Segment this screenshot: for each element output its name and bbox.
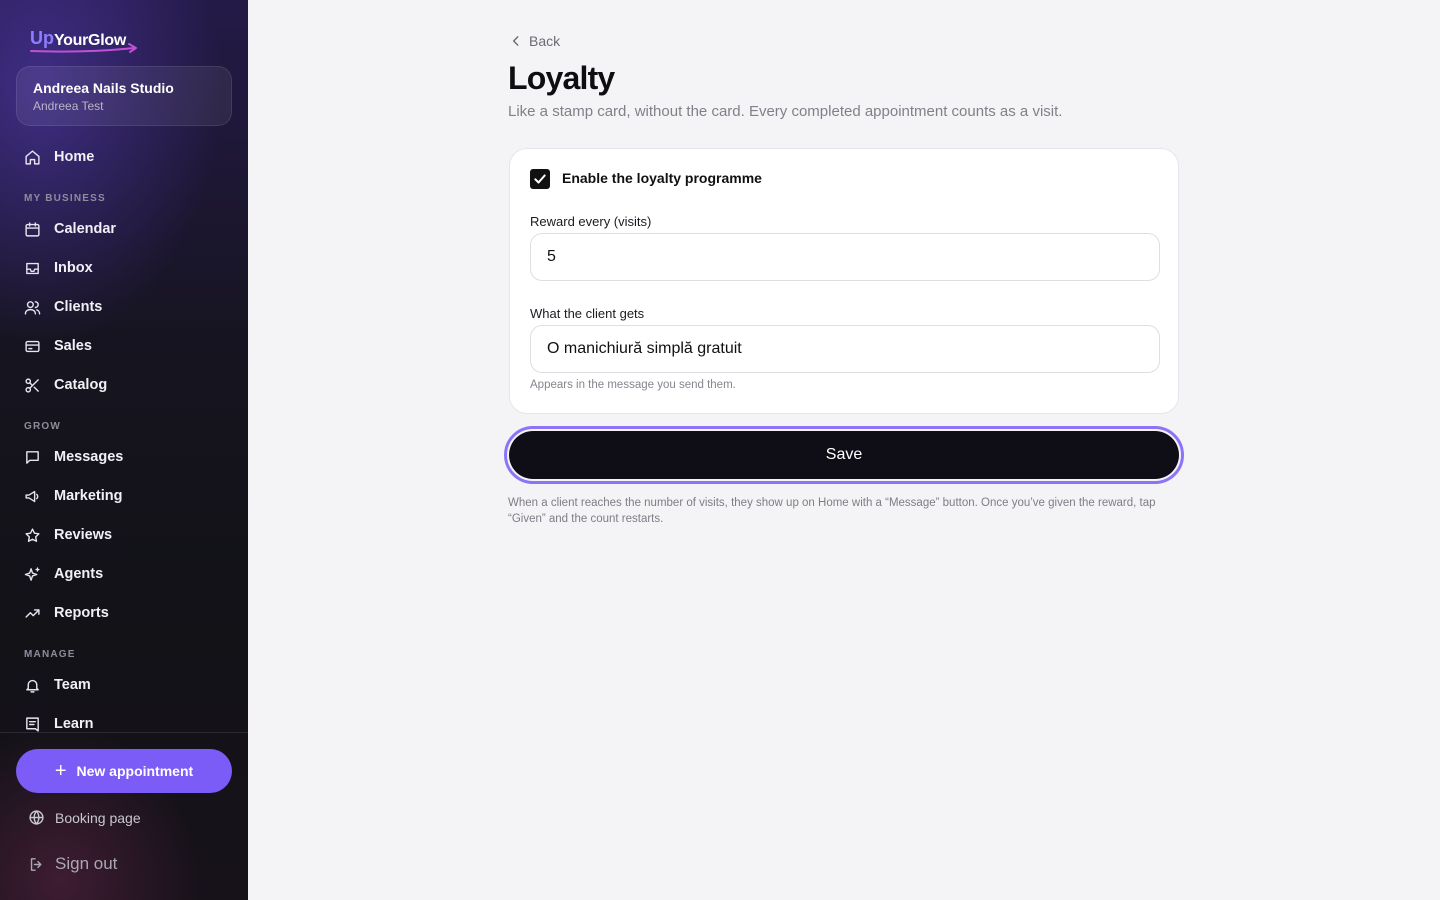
sidebar-item-label: Inbox (54, 260, 93, 276)
sidebar-item-label: Clients (54, 299, 103, 315)
credit-card-icon (25, 340, 40, 352)
star-icon (25, 527, 40, 542)
globe-icon (29, 810, 44, 825)
page-subtitle: Like a stamp card, without the card. Eve… (508, 103, 1063, 120)
new-appointment-button[interactable]: + New appointment (16, 749, 232, 793)
log-out-icon (30, 857, 42, 871)
notes-icon (26, 716, 39, 732)
check-icon (534, 174, 546, 184)
client-gets-label: What the client gets (530, 306, 645, 321)
sidebar-item-label: Learn (54, 716, 94, 732)
sidebar-item-agents[interactable]: Agents (24, 562, 224, 586)
sidebar-item-label: Calendar (54, 221, 117, 237)
sidebar-item-label: Marketing (54, 488, 123, 504)
section-my-business: MY BUSINESS (24, 193, 106, 204)
sidebar-item-label: Agents (54, 566, 104, 582)
enable-loyalty-checkbox[interactable] (530, 169, 550, 189)
workspace-user: Andreea Test (33, 99, 104, 113)
sidebar-item-label: Reviews (54, 527, 113, 543)
sidebar-item-label: Home (54, 149, 95, 165)
chevron-left-icon (512, 36, 519, 46)
enable-loyalty-label[interactable]: Enable the loyalty programme (562, 170, 762, 186)
section-grow: GROW (24, 421, 62, 432)
booking-page-label: Booking page (55, 809, 141, 826)
bell-icon (26, 679, 39, 693)
back-link[interactable]: Back (509, 33, 560, 49)
client-gets-input[interactable] (530, 325, 1160, 373)
calendar-icon (25, 221, 40, 237)
sidebar-item-calendar[interactable]: Calendar (24, 217, 224, 241)
sparkles-icon (24, 566, 40, 581)
sidebar-item-reports[interactable]: Reports (24, 601, 224, 625)
sidebar-item-messages[interactable]: Messages (24, 445, 224, 469)
reward-every-label: Reward every (visits) (530, 214, 652, 229)
back-label: Back (529, 33, 561, 49)
workspace-name: Andreea Nails Studio (33, 80, 174, 96)
sidebar-item-label: Messages (54, 449, 124, 465)
inbox-icon (26, 262, 39, 274)
sidebar-item-label: Team (54, 677, 91, 693)
trending-up-icon (25, 608, 40, 618)
new-appointment-label: New appointment (76, 763, 194, 779)
plus-icon: + (54, 760, 67, 782)
sidebar-item-team[interactable]: Team (24, 673, 224, 697)
sign-out-button[interactable]: Sign out (28, 854, 117, 874)
sign-out-label: Sign out (55, 854, 118, 873)
logo-swoosh-icon (30, 43, 137, 53)
client-gets-hint: Appears in the message you send them. (530, 379, 736, 391)
sidebar-item-label: Catalog (54, 377, 108, 393)
page-title: Loyalty (508, 60, 615, 96)
sidebar-item-clients[interactable]: Clients (24, 295, 224, 319)
sidebar-item-catalog[interactable]: Catalog (24, 373, 224, 397)
home-icon (25, 149, 40, 165)
sidebar-item-label: Reports (54, 605, 109, 621)
users-icon (24, 300, 41, 315)
sidebar: Up YourGlow Andreea Nails Studio Andreea… (0, 0, 248, 900)
message-icon (26, 450, 39, 464)
section-manage: MANAGE (24, 649, 76, 660)
sidebar-item-inbox[interactable]: Inbox (24, 256, 224, 280)
booking-page-link[interactable]: Booking page (28, 809, 141, 826)
megaphone-icon (25, 490, 39, 502)
scissors-icon (25, 377, 39, 393)
save-button[interactable]: Save (509, 431, 1179, 479)
brand-logo[interactable]: Up YourGlow (30, 28, 150, 54)
sidebar-item-marketing[interactable]: Marketing (24, 484, 224, 508)
reward-every-input[interactable] (530, 233, 1160, 281)
sidebar-item-sales[interactable]: Sales (24, 334, 224, 358)
sidebar-item-label: Sales (54, 338, 92, 354)
loyalty-settings-card: Enable the loyalty programme Reward ever… (509, 148, 1179, 414)
sidebar-divider (0, 732, 248, 733)
workspace-switcher[interactable]: Andreea Nails Studio Andreea Test (16, 66, 232, 126)
sidebar-item-home[interactable]: Home (24, 145, 224, 169)
sidebar-item-reviews[interactable]: Reviews (24, 523, 224, 547)
loyalty-footnote: When a client reaches the number of visi… (508, 497, 1156, 525)
